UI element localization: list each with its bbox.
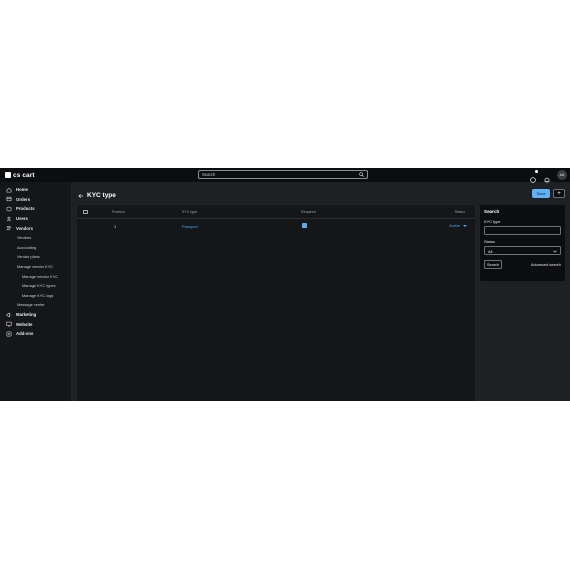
sidebar-subitem-manage-vendor-kyc[interactable]: Manage vendor KYC <box>0 262 71 272</box>
column-header-position[interactable]: Position <box>112 210 125 214</box>
status-select-value: All <box>488 248 493 254</box>
table-header: Position KYC type Required Status <box>77 205 475 219</box>
top-bar: cs cart Search AA <box>0 168 570 184</box>
logo-text: cs cart <box>13 171 35 179</box>
sidebar-subitem-accounting[interactable]: Accounting <box>0 243 71 253</box>
search-button[interactable]: Search <box>484 260 502 269</box>
table-row: 1 Passport Active <box>77 219 475 232</box>
sidebar-item-products[interactable]: Products <box>0 204 71 214</box>
notifications-gear-icon[interactable] <box>529 170 538 183</box>
sidebar-subitem-vendor-plans[interactable]: Vendor plans <box>0 252 71 262</box>
status-label: Status <box>484 239 496 244</box>
sidebar-item-vendors[interactable]: Vendors <box>0 223 71 233</box>
sidebar-item-label: Marketing <box>16 312 37 318</box>
status-select[interactable]: All <box>484 246 561 255</box>
row-position: 1 <box>114 223 117 229</box>
sidebar-item-website[interactable]: Website <box>0 319 71 329</box>
users-icon <box>6 216 12 221</box>
search-panel: Search KYC type Status All Search Advanc… <box>480 205 565 281</box>
chevron-down-icon <box>553 250 557 253</box>
page-actions: Save + <box>532 189 565 198</box>
top-icons: AA <box>529 170 567 184</box>
kyc-type-label: KYC type <box>484 219 501 224</box>
products-icon <box>6 206 12 212</box>
sidebar-item-label: Add-ons <box>16 331 34 337</box>
vendors-icon <box>6 226 12 231</box>
save-button[interactable]: Save <box>532 189 550 198</box>
sidebar-subitem-kyc-manage-kyc-types[interactable]: Manage KYC types <box>0 281 71 291</box>
select-all-checkbox[interactable] <box>83 209 88 214</box>
caret-down-icon <box>463 224 467 227</box>
back-arrow-icon[interactable] <box>78 193 84 199</box>
sidebar-subitem-kyc-manage-kyc-logs[interactable]: Manage KYC logs <box>0 291 71 301</box>
sidebar-nav: Home Orders Products Users Vendors Vendo… <box>0 182 71 339</box>
bell-icon[interactable] <box>543 171 551 184</box>
sidebar-item-label: Vendors <box>16 225 33 231</box>
column-header-kyc-type[interactable]: KYC type <box>182 210 197 214</box>
search-icon <box>359 172 364 177</box>
main-content: KYC type Position KYC type Required Stat… <box>71 182 475 401</box>
sidebar-item-orders[interactable]: Orders <box>0 195 71 205</box>
row-status-dropdown[interactable]: Active <box>449 223 467 228</box>
row-required-checkbox[interactable] <box>302 223 307 228</box>
kyc-type-input[interactable] <box>484 226 561 235</box>
add-button[interactable]: + <box>553 189 565 198</box>
app-window: cs cart Search AA Home Orders Products U… <box>0 168 570 401</box>
sidebar-subitem-message-center[interactable]: Message center <box>0 300 71 310</box>
sidebar-item-label: Website <box>16 321 33 327</box>
global-search-input[interactable]: Search <box>198 170 368 179</box>
sidebar: Home Orders Products Users Vendors Vendo… <box>0 182 71 401</box>
column-header-required[interactable]: Required <box>301 210 316 214</box>
search-panel-title: Search <box>484 209 500 214</box>
sidebar-item-label: Home <box>16 187 28 193</box>
page-title: KYC type <box>87 192 116 199</box>
home-icon <box>6 187 12 193</box>
marketing-icon <box>6 312 12 317</box>
global-search-placeholder: Search <box>202 172 216 177</box>
sidebar-item-marketing[interactable]: Marketing <box>0 310 71 320</box>
advanced-search-link[interactable]: Advanced search <box>531 262 561 267</box>
kyc-types-table: Position KYC type Required Status 1 Pass… <box>77 205 475 401</box>
sidebar-item-label: Products <box>16 206 35 212</box>
sidebar-item-label: Users <box>16 216 28 222</box>
logo-mark-icon <box>5 172 11 178</box>
orders-icon <box>6 197 12 202</box>
logo[interactable]: cs cart <box>5 171 35 179</box>
sidebar-subitem-kyc-manage-vendor-kyc[interactable]: Manage vendor KYC <box>0 271 71 281</box>
sidebar-item-users[interactable]: Users <box>0 214 71 224</box>
row-kyc-type-link[interactable]: Passport <box>182 224 198 229</box>
column-header-status[interactable]: Status <box>455 210 465 214</box>
website-icon <box>6 321 12 327</box>
addons-icon <box>6 331 12 337</box>
sidebar-item-label: Orders <box>16 196 31 202</box>
page-header: KYC type <box>78 192 116 199</box>
user-avatar[interactable]: AA <box>557 170 567 180</box>
sidebar-subitem-vendors[interactable]: Vendors <box>0 233 71 243</box>
sidebar-item-home[interactable]: Home <box>0 185 71 195</box>
row-status-label: Active <box>449 223 460 228</box>
sidebar-item-addons[interactable]: Add-ons <box>0 329 71 339</box>
notification-badge <box>535 170 538 173</box>
